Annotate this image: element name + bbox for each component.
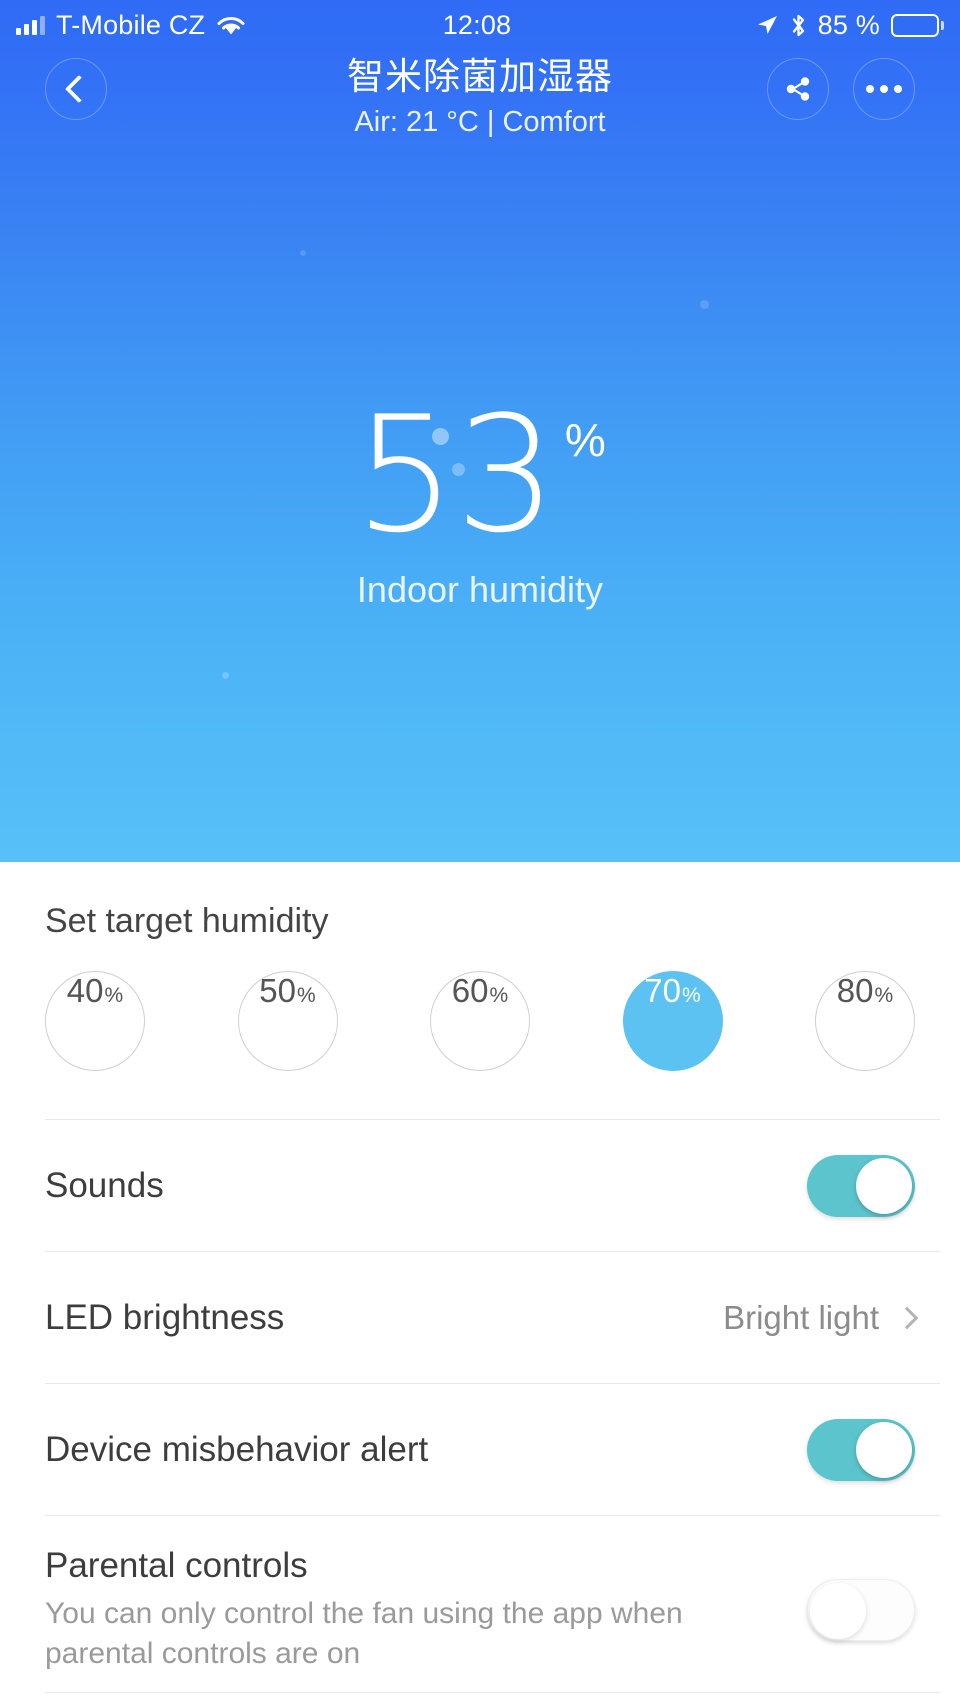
mist-particle: [300, 250, 306, 256]
preset-40[interactable]: 40 %: [45, 971, 145, 1071]
location-arrow-icon: [757, 16, 777, 34]
target-humidity-title: Set target humidity: [45, 902, 329, 940]
share-icon: [786, 77, 810, 101]
mist-particle: [222, 672, 229, 679]
row-sounds[interactable]: Sounds: [0, 1120, 960, 1251]
battery-icon: [891, 13, 944, 37]
more-options-button[interactable]: [853, 58, 915, 120]
share-button[interactable]: [767, 58, 829, 120]
parental-controls-label: Parental controls: [45, 1546, 308, 1585]
device-alert-toggle[interactable]: [807, 1418, 915, 1481]
humidity-unit: %: [564, 414, 606, 466]
divider: [45, 1692, 940, 1693]
led-brightness-right: Bright light: [723, 1298, 919, 1337]
device-alert-label: Device misbehavior alert: [45, 1429, 429, 1469]
toggle-knob: [810, 1583, 866, 1639]
preset-unit: %: [489, 984, 509, 1007]
chevron-left-icon: [64, 74, 94, 104]
preset-80[interactable]: 80 %: [815, 971, 915, 1071]
parental-controls-text: Parental controls You can only control t…: [45, 1546, 745, 1674]
back-button[interactable]: [45, 58, 107, 120]
humidity-value-row: 53 %: [0, 395, 960, 555]
preset-value: 50: [259, 972, 297, 1009]
preset-value: 80: [836, 972, 874, 1009]
preset-value: 70: [644, 972, 682, 1009]
bluetooth-icon: [792, 14, 804, 36]
toggle-knob: [856, 1421, 912, 1478]
target-humidity-options: 40 % 50 % 60 % 70 % 80 %: [0, 941, 960, 1071]
preset-unit: %: [682, 984, 701, 1007]
sounds-toggle[interactable]: [807, 1154, 915, 1217]
led-brightness-value: Bright light: [723, 1298, 879, 1336]
app-screen: T-Mobile CZ 12:08 85 % 智米除菌加湿器 Air: 21 °…: [0, 0, 960, 1707]
chevron-right-icon: [895, 1306, 919, 1329]
mist-particle: [452, 463, 465, 476]
settings-panel: Set target humidity 40 % 50 % 60 % 70 % …: [0, 862, 960, 1707]
clock-label: 12:08: [442, 9, 512, 40]
row-parental-controls[interactable]: Parental controls You can only control t…: [0, 1516, 960, 1692]
sounds-label: Sounds: [45, 1165, 164, 1205]
mist-particle: [700, 300, 709, 309]
signal-bars-icon: [16, 15, 45, 35]
preset-60[interactable]: 60 %: [430, 971, 530, 1071]
battery-percent-label: 85 %: [817, 9, 880, 40]
humidity-reading: 53 % Indoor humidity: [0, 395, 960, 611]
status-bar-right: 85 %: [630, 10, 960, 41]
preset-50[interactable]: 50 %: [237, 971, 338, 1071]
nav-bar: 智米除菌加湿器 Air: 21 °C | Comfort: [0, 52, 960, 160]
status-bar: T-Mobile CZ 12:08 85 %: [0, 0, 960, 50]
ellipsis-icon: [866, 85, 902, 93]
humidity-caption: Indoor humidity: [356, 569, 604, 610]
parental-controls-description: You can only control the fan using the a…: [45, 1597, 683, 1670]
status-bar-left: T-Mobile CZ: [0, 10, 330, 41]
humidifier-hero-panel: T-Mobile CZ 12:08 85 % 智米除菌加湿器 Air: 21 °…: [0, 0, 960, 862]
led-brightness-label: LED brightness: [45, 1297, 285, 1337]
toggle-knob: [856, 1157, 912, 1214]
row-led-brightness[interactable]: LED brightness Bright light: [0, 1252, 960, 1383]
preset-value: 60: [451, 972, 489, 1009]
row-device-alert[interactable]: Device misbehavior alert: [0, 1384, 960, 1515]
wifi-icon: [217, 16, 245, 34]
preset-value: 40: [66, 972, 104, 1009]
mist-particle: [432, 428, 449, 445]
preset-unit: %: [297, 984, 316, 1007]
parental-controls-toggle[interactable]: [807, 1579, 915, 1641]
carrier-label: T-Mobile CZ: [56, 9, 206, 40]
preset-unit: %: [104, 984, 124, 1007]
preset-unit: %: [874, 984, 894, 1007]
preset-70[interactable]: 70 %: [622, 971, 723, 1071]
